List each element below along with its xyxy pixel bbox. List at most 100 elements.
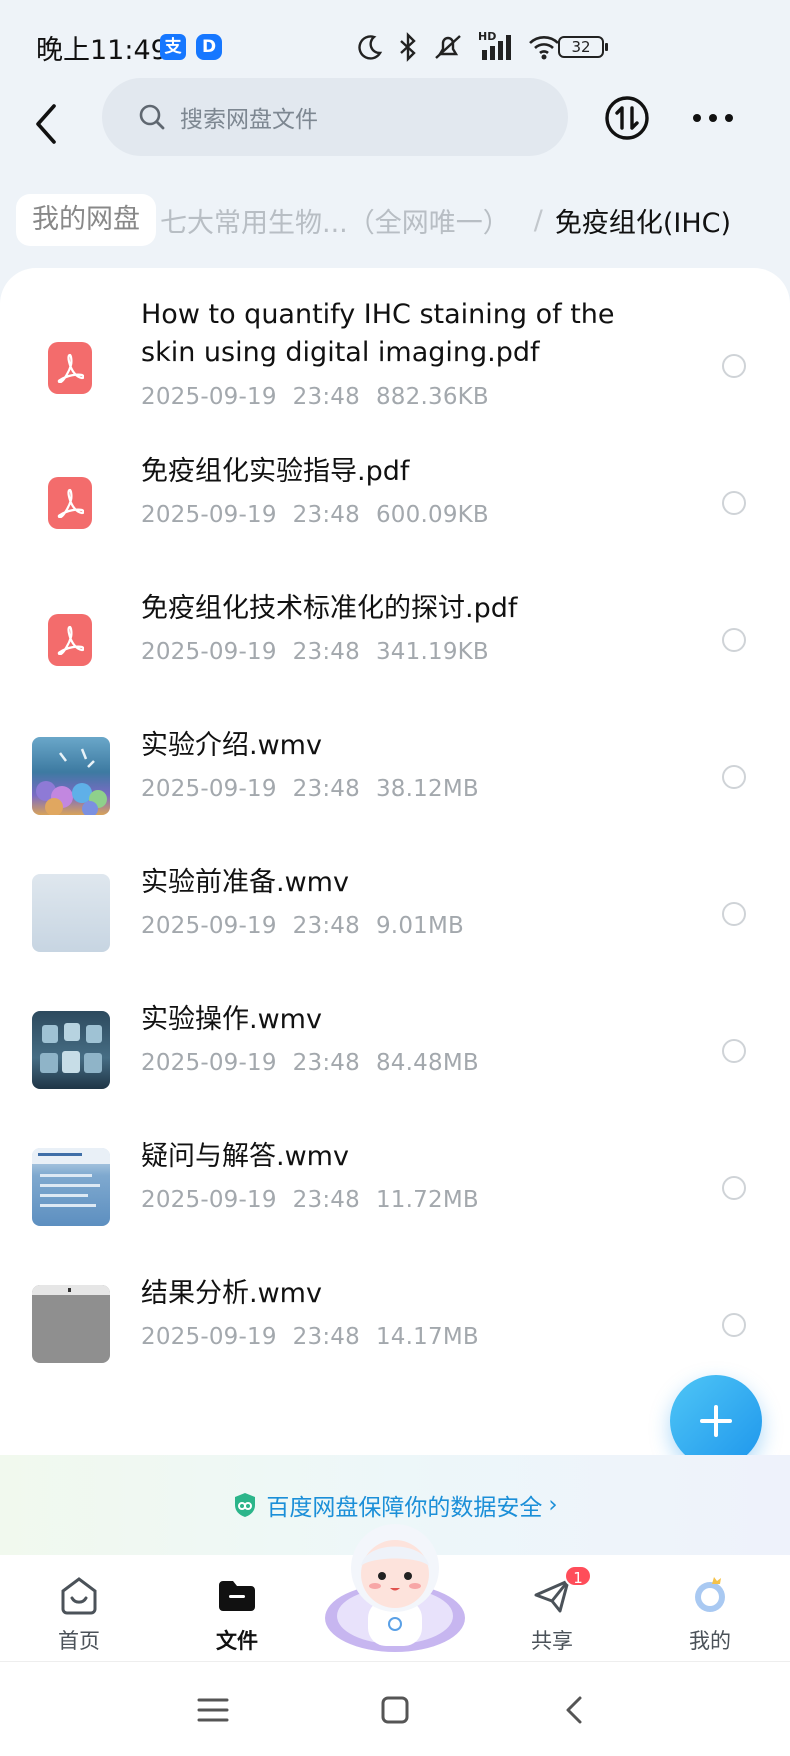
file-name: 实验介绍.wmv <box>141 730 322 761</box>
file-name: skin using digital imaging.pdf <box>141 337 540 368</box>
file-meta: 2025-09-19 23:48 600.09KB <box>141 502 505 528</box>
file-name: 疑问与解答.wmv <box>141 1141 349 1172</box>
breadcrumb: 我的网盘 七大常用生物...（全网唯一） / 免疫组化(IHC) <box>16 192 790 248</box>
menu-button[interactable] <box>193 1690 233 1730</box>
search-placeholder: 搜索网盘文件 <box>180 107 318 133</box>
transfer-list-button[interactable] <box>604 95 650 141</box>
file-date: 2025-09-19 <box>141 1187 277 1213</box>
chevron-right-icon: › <box>548 1492 558 1518</box>
home-icon <box>61 1577 97 1615</box>
share-notification-badge: 1 <box>564 1565 592 1587</box>
tab-home-label: 首页 <box>58 1629 100 1653</box>
file-row[interactable]: 实验操作.wmv 2025-09-19 23:48 84.48MB <box>0 990 790 1110</box>
file-date: 2025-09-19 <box>141 1050 277 1076</box>
file-time: 23:48 <box>292 1187 360 1213</box>
search-icon <box>139 104 165 130</box>
breadcrumb-current: 免疫组化(IHC) <box>554 207 732 239</box>
file-time: 23:48 <box>292 776 360 802</box>
file-size: 600.09KB <box>375 502 489 528</box>
file-row[interactable]: How to quantify IHC staining of the skin… <box>0 290 790 450</box>
file-name: 结果分析.wmv <box>141 1278 322 1309</box>
pdf-file-icon <box>48 614 92 666</box>
transfer-icon <box>605 96 649 140</box>
video-thumbnail <box>32 737 110 815</box>
file-name: 免疫组化实验指导.pdf <box>141 456 410 487</box>
file-date: 2025-09-19 <box>141 913 277 939</box>
breadcrumb-root[interactable]: 我的网盘 <box>16 194 156 246</box>
file-row[interactable]: 实验介绍.wmv 2025-09-19 23:48 38.12MB <box>0 716 790 836</box>
file-size: 14.17MB <box>375 1324 479 1350</box>
select-radio[interactable] <box>722 902 746 926</box>
file-meta: 2025-09-19 23:48 882.36KB <box>141 384 505 410</box>
select-radio[interactable] <box>722 1039 746 1063</box>
file-size: 11.72MB <box>375 1187 479 1213</box>
signal-icon: HD <box>478 30 514 62</box>
add-button[interactable] <box>670 1375 762 1467</box>
tab-home[interactable]: 首页 <box>29 1565 129 1655</box>
tab-me-label: 我的 <box>689 1629 731 1653</box>
file-row[interactable]: 实验前准备.wmv 2025-09-19 23:48 9.01MB <box>0 853 790 973</box>
file-name: 免疫组化技术标准化的探讨.pdf <box>141 593 518 624</box>
tab-files-label: 文件 <box>216 1629 258 1653</box>
app-notification-icon: D <box>196 34 222 60</box>
select-radio[interactable] <box>722 628 746 652</box>
file-size: 84.48MB <box>375 1050 479 1076</box>
back-button[interactable] <box>26 96 66 152</box>
square-icon <box>381 1696 409 1724</box>
status-icons: HD <box>356 30 560 64</box>
system-navigation-bar <box>0 1661 790 1756</box>
file-date: 2025-09-19 <box>141 384 277 410</box>
more-options-button[interactable] <box>690 100 736 136</box>
alipay-icon: 支 <box>160 34 186 60</box>
file-time: 23:48 <box>292 639 360 665</box>
file-meta: 2025-09-19 23:48 9.01MB <box>141 913 480 939</box>
video-thumbnail <box>32 1285 110 1363</box>
file-meta: 2025-09-19 23:48 11.72MB <box>141 1187 495 1213</box>
file-time: 23:48 <box>292 1324 360 1350</box>
select-radio[interactable] <box>722 1176 746 1200</box>
video-thumbnail <box>32 1148 110 1226</box>
status-bar: 晚上11:49 支 D HD 32 <box>0 0 790 90</box>
tab-share[interactable]: 1 共享 <box>502 1565 602 1655</box>
file-list: How to quantify IHC staining of the skin… <box>0 268 790 1558</box>
file-meta: 2025-09-19 23:48 341.19KB <box>141 639 505 665</box>
file-time: 23:48 <box>292 384 360 410</box>
profile-avatar-icon <box>695 1577 725 1612</box>
bluetooth-icon <box>400 32 416 62</box>
tab-files[interactable]: 文件 <box>187 1565 287 1655</box>
file-row[interactable]: 免疫组化技术标准化的探讨.pdf 2025-09-19 23:48 341.19KB <box>0 579 790 699</box>
mascot-icon <box>325 1524 465 1652</box>
file-date: 2025-09-19 <box>141 502 277 528</box>
file-size: 882.36KB <box>375 384 489 410</box>
file-name: 实验操作.wmv <box>141 1004 322 1035</box>
file-date: 2025-09-19 <box>141 639 277 665</box>
select-radio[interactable] <box>722 765 746 789</box>
file-meta: 2025-09-19 23:48 84.48MB <box>141 1050 495 1076</box>
file-row[interactable]: 疑问与解答.wmv 2025-09-19 23:48 11.72MB <box>0 1127 790 1247</box>
file-time: 23:48 <box>292 502 360 528</box>
file-row[interactable]: 结果分析.wmv 2025-09-19 23:48 14.17MB <box>0 1264 790 1384</box>
file-meta: 2025-09-19 23:48 14.17MB <box>141 1324 495 1350</box>
pdf-file-icon <box>48 342 92 394</box>
file-date: 2025-09-19 <box>141 1324 277 1350</box>
file-row[interactable]: 免疫组化实验指导.pdf 2025-09-19 23:48 600.09KB <box>0 442 790 562</box>
file-size: 9.01MB <box>375 913 465 939</box>
tab-me[interactable]: 我的 <box>660 1565 760 1655</box>
battery-icon: 32 <box>558 36 608 58</box>
search-input[interactable]: 搜索网盘文件 <box>102 78 568 156</box>
pdf-file-icon <box>48 477 92 529</box>
breadcrumb-parent[interactable]: 七大常用生物...（全网唯一） <box>160 201 510 240</box>
select-radio[interactable] <box>722 354 746 378</box>
select-radio[interactable] <box>722 491 746 515</box>
home-nav-button[interactable] <box>375 1690 415 1730</box>
file-name: How to quantify IHC staining of the <box>141 299 615 330</box>
video-thumbnail <box>32 1011 110 1089</box>
ai-assistant-mascot[interactable] <box>322 1516 468 1656</box>
mute-bell-icon <box>435 35 461 59</box>
file-date: 2025-09-19 <box>141 776 277 802</box>
back-nav-button[interactable] <box>556 1690 596 1730</box>
video-thumbnail <box>32 874 110 952</box>
file-time: 23:48 <box>292 1050 360 1076</box>
menu-icon <box>197 1698 229 1722</box>
select-radio[interactable] <box>722 1313 746 1337</box>
